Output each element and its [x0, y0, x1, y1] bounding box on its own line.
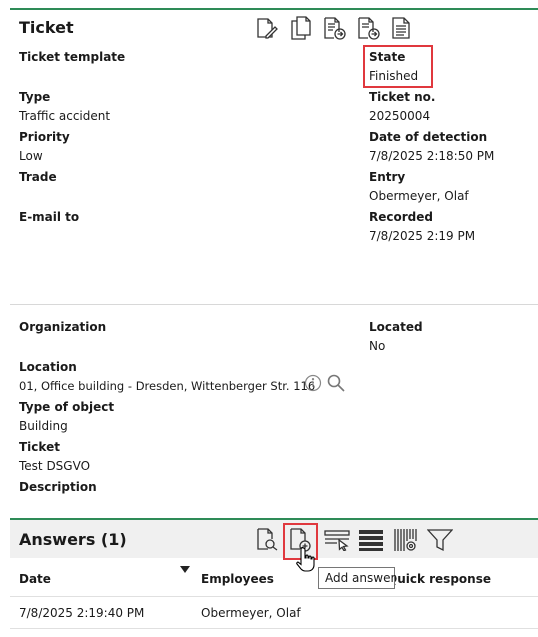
field-value-date-of-detection: 7/8/2025 2:18:50 PM [369, 149, 495, 163]
field-label-state: State [369, 50, 406, 64]
copy-document-icon[interactable] [290, 16, 312, 40]
ticket-value: Test DSGVO [19, 459, 91, 473]
field-value-entry: Obermeyer, Olaf [369, 189, 469, 203]
located-label: Located [369, 320, 423, 334]
field-label-priority: Priority [19, 130, 70, 144]
column-header-date[interactable]: Date [19, 572, 51, 586]
table-row-divider [10, 628, 538, 629]
section-divider [10, 304, 538, 305]
cell-employee: Obermeyer, Olaf [201, 606, 301, 620]
field-label-ticket-no: Ticket no. [369, 90, 436, 104]
description-label: Description [19, 480, 97, 494]
field-label-date-of-detection: Date of detection [369, 130, 488, 144]
cell-date: 7/8/2025 2:19:40 PM [19, 606, 145, 620]
field-label-type: Type [19, 90, 51, 104]
list-view-icon[interactable] [358, 528, 384, 552]
select-row-icon[interactable] [324, 529, 350, 551]
column-header-employees[interactable]: Employees [201, 572, 274, 586]
located-value: No [369, 339, 386, 353]
answers-title: Answers (1) [19, 530, 127, 549]
field-label-trade: Trade [19, 170, 57, 184]
info-icon[interactable] [304, 374, 322, 392]
location-label: Location [19, 360, 77, 374]
ticket-title: Ticket [19, 18, 74, 37]
ticket-label: Ticket [19, 440, 60, 454]
field-label-ticket-template: Ticket template [19, 50, 126, 64]
field-value-priority: Low [19, 149, 43, 163]
search-icon[interactable] [326, 373, 346, 393]
column-header-quick-response[interactable]: Quick response [387, 572, 491, 586]
table-row[interactable]: 7/8/2025 2:19:40 PM Obermeyer, Olaf [10, 597, 538, 629]
add-answer-tooltip: Add answer [318, 567, 395, 589]
field-value-type: Traffic accident [19, 109, 111, 123]
type-of-object-label: Type of object [19, 400, 115, 414]
field-value-ticket-no: 20250004 [369, 109, 431, 123]
sort-descending-icon[interactable] [180, 566, 190, 574]
type-of-object-value: Building [19, 419, 68, 433]
barcode-settings-icon[interactable] [393, 527, 419, 553]
organization-label: Organization [19, 320, 107, 334]
field-value-recorded: 7/8/2025 2:19 PM [369, 229, 476, 243]
edit-document-icon[interactable] [254, 16, 278, 40]
forward-document-icon[interactable] [322, 16, 346, 40]
report-document-icon[interactable] [390, 16, 412, 40]
field-value-state: Finished [369, 69, 419, 83]
field-label-entry: Entry [369, 170, 406, 184]
export-document-icon[interactable] [356, 16, 380, 40]
search-document-icon[interactable] [255, 527, 279, 551]
hand-cursor-icon [296, 546, 318, 572]
field-label-recorded: Recorded [369, 210, 433, 224]
field-label-email-to: E-mail to [19, 210, 80, 224]
ticket-header-line [10, 8, 538, 10]
location-value: 01, Office building - Dresden, Wittenber… [19, 379, 316, 393]
filter-icon[interactable] [427, 528, 453, 552]
